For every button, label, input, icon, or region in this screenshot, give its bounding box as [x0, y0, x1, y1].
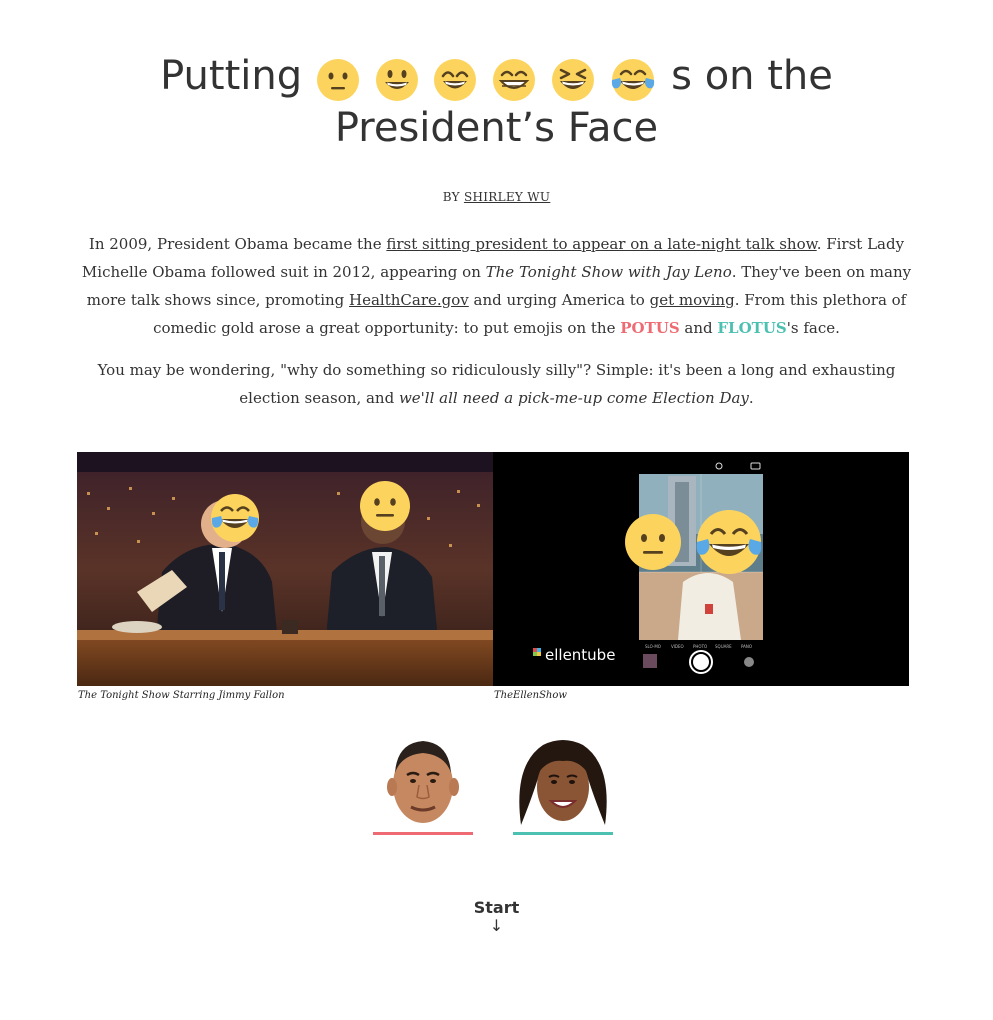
emphasis-text: we'll all need a pick-me-up come Electio…	[398, 389, 749, 407]
grinning-smiling-eyes-icon	[434, 59, 477, 101]
camera-mode-label: VIDEO	[671, 644, 684, 649]
get-moving-link[interactable]: get moving	[650, 291, 735, 309]
neutral-face-icon	[360, 481, 410, 531]
grinning-face-icon	[375, 59, 418, 101]
title-suffix: s on the	[671, 53, 833, 99]
start-button[interactable]: Start ↓	[0, 898, 993, 935]
late-night-link[interactable]: first sitting president to appear on a l…	[386, 235, 816, 253]
video-panels: SLO-MO VIDEO PHOTO SQUARE PANO ellentube	[77, 452, 909, 686]
flotus-face-button[interactable]	[513, 735, 613, 835]
flotus-color-bar	[513, 832, 613, 835]
tears-of-joy-icon	[211, 494, 259, 542]
tonight-show-frame	[77, 452, 493, 686]
author-link[interactable]: SHIRLEY WU	[464, 190, 550, 204]
show-name: The Tonight Show with Jay Leno	[485, 263, 732, 281]
intro-text-segment: and urging America to	[468, 291, 650, 309]
byline: BY SHIRLEY WU	[0, 190, 993, 204]
neutral-face-icon	[625, 514, 681, 570]
camera-mode-label: SLO-MO	[645, 644, 661, 649]
potus-face-button[interactable]	[373, 735, 473, 835]
camera-mode-label: PANO	[741, 644, 752, 649]
ellen-show-frame: SLO-MO VIDEO PHOTO SQUARE PANO ellentube	[493, 452, 909, 686]
title-line-2: President’s Face	[334, 105, 659, 151]
intro-text-segment: 's face.	[786, 319, 840, 337]
byline-prefix: BY	[442, 190, 464, 204]
camera-mode-label: SQUARE	[715, 644, 732, 649]
flotus-label: FLOTUS	[717, 319, 787, 337]
svg-text:ellentube: ellentube	[545, 646, 615, 664]
healthcare-link[interactable]: HealthCare.gov	[349, 291, 469, 309]
down-arrow-icon: ↓	[489, 916, 504, 935]
intro-text: In 2009, President Obama became the firs…	[78, 230, 915, 426]
potus-face-image	[387, 741, 459, 823]
neutral-face-icon	[316, 59, 359, 101]
start-label: Start	[473, 898, 520, 917]
tears-of-joy-icon	[612, 59, 655, 101]
right-video-caption: TheEllenShow	[494, 690, 567, 701]
tonight-show-video[interactable]	[77, 452, 493, 686]
potus-label: POTUS	[620, 319, 680, 337]
beaming-face-icon	[492, 59, 535, 101]
title-emoji-row	[315, 52, 659, 101]
tears-of-joy-icon	[696, 510, 762, 574]
intro-text-segment: .	[748, 389, 754, 407]
intro-text-segment: In 2009, President Obama became the	[88, 235, 387, 253]
ellen-show-video[interactable]: SLO-MO VIDEO PHOTO SQUARE PANO ellentube	[493, 452, 909, 686]
title-prefix: Putting	[160, 53, 315, 99]
ellentube-logo: ellentube	[533, 646, 615, 664]
article-page: Putting s on the President’s Face BY SHI…	[0, 0, 993, 1020]
potus-color-bar	[373, 832, 473, 835]
intro-paragraph-1: In 2009, President Obama became the firs…	[78, 230, 915, 342]
intro-paragraph-2: You may be wondering, "why do something …	[78, 356, 915, 412]
squinting-face-icon	[551, 59, 594, 101]
left-video-caption: The Tonight Show Starring Jimmy Fallon	[78, 690, 285, 701]
flotus-face-image	[519, 740, 607, 825]
title-line-1: Putting s on the	[0, 50, 993, 102]
camera-mode-label: PHOTO	[693, 644, 707, 649]
page-title: Putting s on the President’s Face	[0, 50, 993, 154]
intro-text-segment: and	[679, 319, 718, 337]
